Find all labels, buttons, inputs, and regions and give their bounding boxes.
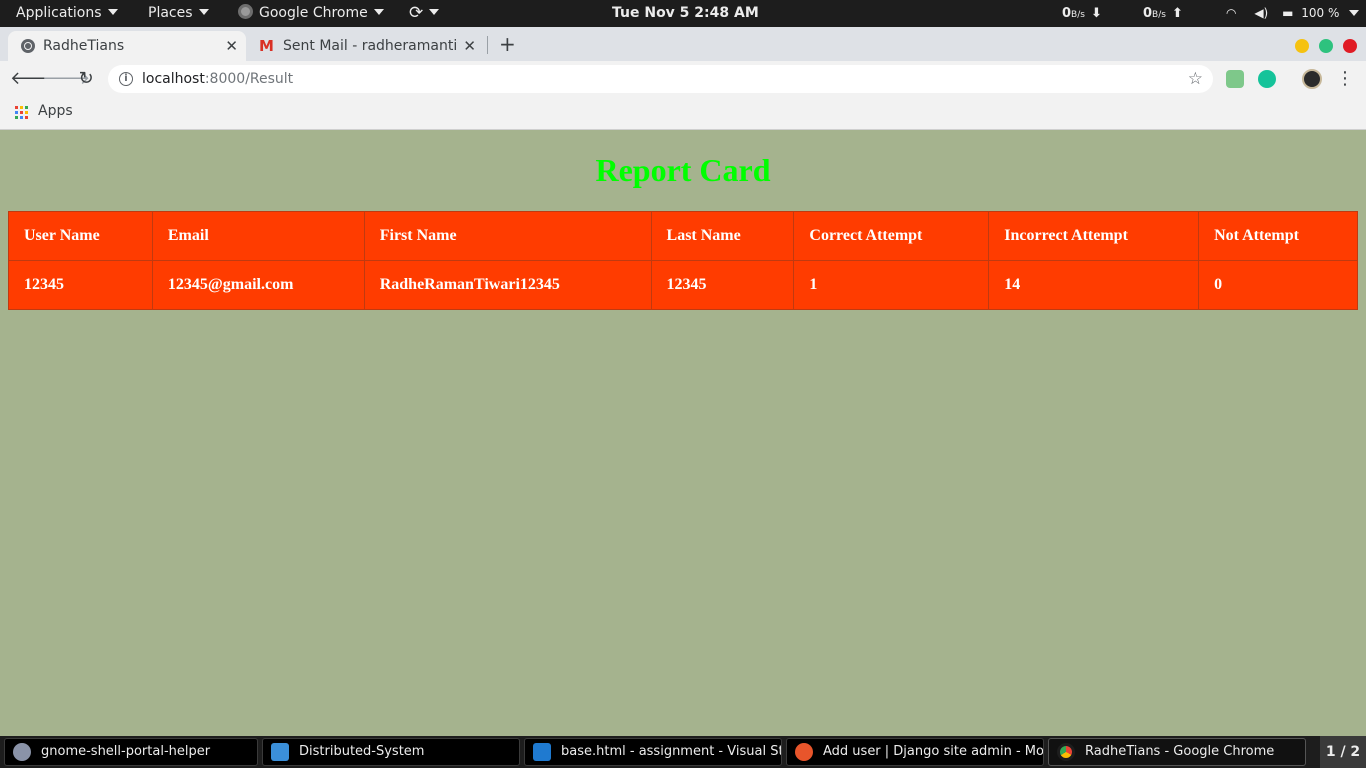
task-label: gnome-shell-portal-helper xyxy=(41,744,211,759)
header-not-attempt: Not Attempt xyxy=(1198,211,1358,261)
cell-not-attempt: 0 xyxy=(1198,260,1358,310)
cell-last-name: 12345 xyxy=(650,260,795,310)
chevron-down-icon xyxy=(107,9,118,15)
chevron-down-icon xyxy=(1349,9,1360,16)
header-user-name: User Name xyxy=(8,211,153,261)
net-download-speed: 0B/s ⬇ xyxy=(1062,0,1102,27)
chrome-icon xyxy=(238,4,253,19)
new-tab-button[interactable]: + xyxy=(499,30,516,58)
net-down-value: 0 xyxy=(1062,6,1072,21)
battery-icon: ▬ xyxy=(1282,6,1294,20)
grammarly-icon[interactable] xyxy=(1258,70,1276,88)
info-icon[interactable]: i xyxy=(119,72,133,86)
chevron-down-icon xyxy=(429,9,440,15)
task-vscode[interactable]: base.html - assignment - Visual St... xyxy=(524,738,782,766)
task-label: Distributed-System xyxy=(299,744,425,759)
wifi-icon: ◠ xyxy=(1226,6,1237,20)
firefox-icon xyxy=(795,743,813,761)
tab-title: RadheTians xyxy=(43,38,125,54)
download-arrow-icon: ⬇ xyxy=(1090,6,1102,21)
tab-radhetians[interactable]: RadheTians ✕ xyxy=(8,31,246,61)
cell-incorrect-attempt: 14 xyxy=(988,260,1200,310)
refresh-icon: ⟳ xyxy=(409,3,424,23)
applications-label: Applications xyxy=(16,5,102,21)
maximize-button[interactable] xyxy=(1319,39,1333,53)
refresh-indicator[interactable]: ⟳ xyxy=(409,0,440,27)
battery-level: 100 % xyxy=(1301,6,1340,20)
table-header-row: User Name Email First Name Last Name Cor… xyxy=(8,211,1358,261)
cell-user-name: 12345 xyxy=(8,260,153,310)
app-menu-label: Google Chrome xyxy=(259,5,368,21)
tab-title: Sent Mail - radheramantiw xyxy=(283,38,458,54)
volume-icon: ◀) xyxy=(1254,6,1269,20)
net-down-unit: B/s xyxy=(1071,10,1085,20)
window-list-taskbar: gnome-shell-portal-helper Distributed-Sy… xyxy=(0,736,1366,768)
places-label: Places xyxy=(148,5,193,21)
bookmarks-bar: Apps xyxy=(0,97,1366,130)
clock[interactable]: Tue Nov 5 2:48 AM xyxy=(612,0,759,27)
tab-sent-mail[interactable]: M Sent Mail - radheramantiw ✕ xyxy=(250,31,486,61)
cell-first-name: RadheRamanTiwari12345 xyxy=(363,260,652,310)
url-text: localhost:8000/Result xyxy=(142,65,293,93)
tab-separator xyxy=(487,36,488,54)
report-table: User Name Email First Name Last Name Cor… xyxy=(8,211,1358,310)
header-last-name: Last Name xyxy=(650,211,795,261)
system-status-area[interactable]: ◠ ◀) ▬ 100 % xyxy=(1226,0,1360,27)
chrome-icon xyxy=(1057,743,1075,761)
chevron-down-icon xyxy=(373,9,384,15)
task-gnome-shell-portal-helper[interactable]: gnome-shell-portal-helper xyxy=(4,738,258,766)
globe-icon xyxy=(13,743,31,761)
places-menu[interactable]: Places xyxy=(148,0,209,27)
close-icon[interactable]: ✕ xyxy=(225,31,238,61)
chevron-down-icon xyxy=(198,9,209,15)
workspace-pager[interactable]: 1 / 2 xyxy=(1320,736,1366,768)
vscode-icon xyxy=(533,743,551,761)
task-firefox[interactable]: Add user | Django site admin - Mo... xyxy=(786,738,1044,766)
cell-correct-attempt: 1 xyxy=(793,260,990,310)
task-label: RadheTians - Google Chrome xyxy=(1085,744,1275,759)
apps-bookmark[interactable]: Apps xyxy=(38,97,73,126)
reload-button[interactable]: ↻ xyxy=(74,67,98,91)
file-manager-icon xyxy=(271,743,289,761)
header-incorrect-attempt: Incorrect Attempt xyxy=(988,211,1200,261)
menu-icon[interactable]: ⋮ xyxy=(1336,67,1354,91)
task-distributed-system[interactable]: Distributed-System xyxy=(262,738,520,766)
avatar[interactable] xyxy=(1302,69,1322,89)
page-title: Report Card xyxy=(595,152,771,188)
cell-email: 12345@gmail.com xyxy=(151,260,365,310)
url-path: :8000/Result xyxy=(204,71,294,87)
back-button[interactable]: 🡐 xyxy=(10,67,58,91)
address-bar[interactable]: i localhost:8000/Result ☆ xyxy=(108,65,1213,93)
browser-toolbar: 🡐 🡒 ↻ i localhost:8000/Result ☆ ⋮ xyxy=(0,61,1366,97)
gnome-top-bar: Applications Places Google Chrome ⟳ Tue … xyxy=(0,0,1366,27)
header-correct-attempt: Correct Attempt xyxy=(793,211,990,261)
net-upload-speed: 0B/s ⬆ xyxy=(1143,0,1183,27)
app-menu[interactable]: Google Chrome xyxy=(238,0,384,27)
task-label: Add user | Django site admin - Mo... xyxy=(823,744,1044,759)
apps-grid-icon[interactable] xyxy=(15,106,28,119)
header-email: Email xyxy=(151,211,365,261)
page-content: Report Card User Name Email First Name L… xyxy=(0,130,1366,736)
net-up-value: 0 xyxy=(1143,6,1153,21)
tab-strip: RadheTians ✕ M Sent Mail - radheramantiw… xyxy=(0,27,1366,61)
extension-icon[interactable] xyxy=(1226,70,1244,88)
close-icon[interactable]: ✕ xyxy=(463,31,476,61)
gmail-icon: M xyxy=(259,37,274,55)
minimize-button[interactable] xyxy=(1295,39,1309,53)
task-label: base.html - assignment - Visual St... xyxy=(561,744,782,759)
close-window-button[interactable] xyxy=(1343,39,1357,53)
globe-icon xyxy=(21,39,35,53)
applications-menu[interactable]: Applications xyxy=(16,0,118,27)
upload-arrow-icon: ⬆ xyxy=(1171,6,1183,21)
star-icon[interactable]: ☆ xyxy=(1188,65,1203,93)
table-row: 12345 12345@gmail.com RadheRamanTiwari12… xyxy=(8,260,1358,310)
url-host: localhost xyxy=(142,71,205,87)
net-up-unit: B/s xyxy=(1152,10,1166,20)
task-google-chrome[interactable]: RadheTians - Google Chrome xyxy=(1048,738,1306,766)
header-first-name: First Name xyxy=(363,211,652,261)
forward-button[interactable]: 🡒 xyxy=(42,67,90,91)
